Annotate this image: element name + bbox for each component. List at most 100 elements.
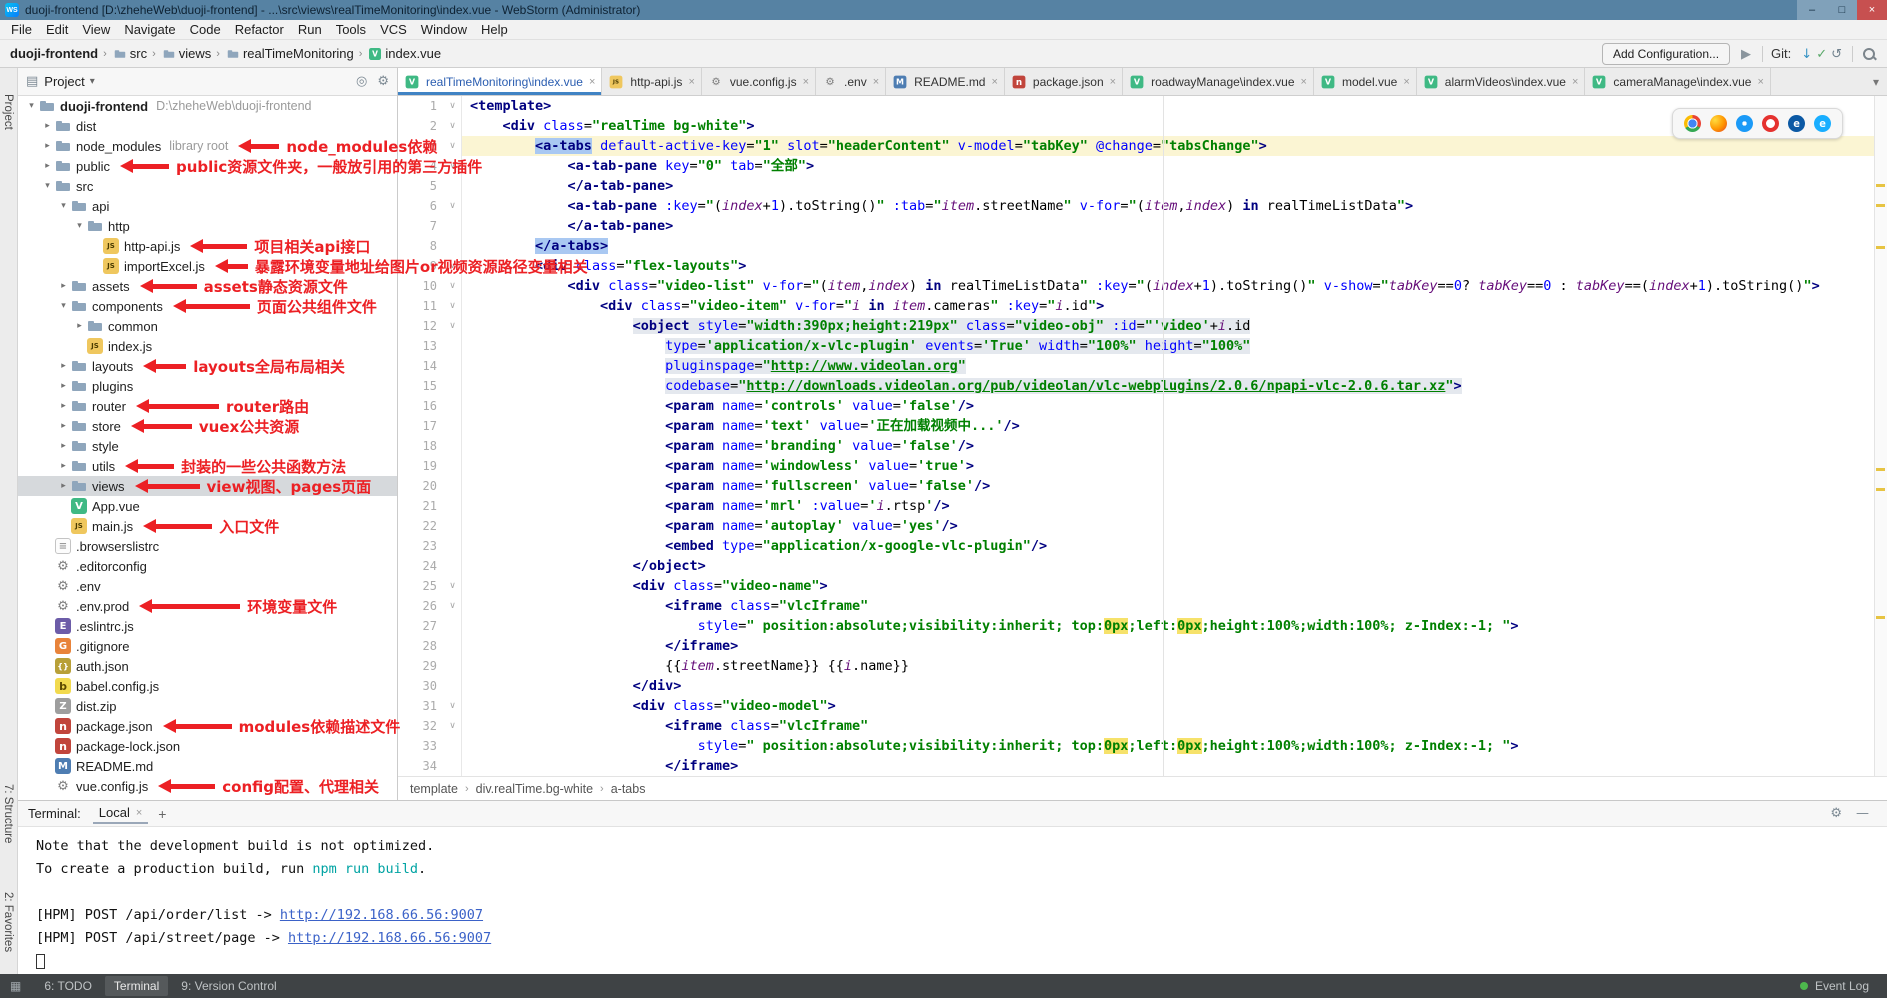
tree-item-utils[interactable]: ▸utils封装的一些公共函数方法 [18, 456, 397, 476]
terminal-link[interactable]: http://192.168.66.56:9007 [288, 930, 491, 946]
warning-mark-icon[interactable] [1876, 468, 1885, 471]
editor-breadcrumb-a-tabs[interactable]: a-tabs [611, 782, 646, 796]
breadcrumb-realtimemonitoring[interactable]: realTimeMonitoring [225, 46, 354, 62]
git-rollback-icon[interactable]: ↺ [1829, 47, 1844, 62]
menu-view[interactable]: View [75, 22, 117, 37]
terminal-output[interactable]: Note that the development build is not o… [18, 827, 1887, 974]
chevron-collapsed-icon[interactable]: ▸ [40, 161, 55, 171]
breadcrumb-duoji-frontend[interactable]: duoji-frontend [10, 46, 98, 61]
locate-file-icon[interactable]: ◎ [356, 74, 367, 89]
tree-item-http-api-js[interactable]: http-api.js项目相关api接口 [18, 236, 397, 256]
chevron-collapsed-icon[interactable]: ▸ [56, 441, 71, 451]
warning-mark-icon[interactable] [1876, 184, 1885, 187]
close-tab-icon[interactable]: × [1110, 76, 1116, 88]
menu-code[interactable]: Code [183, 22, 228, 37]
toolwindow-button-7-structure[interactable]: 7: Structure [2, 784, 14, 843]
tree-item-editorconfig[interactable]: .editorconfig [18, 556, 397, 576]
fold-icon[interactable]: ∨ [444, 716, 462, 736]
tree-item-node-modules[interactable]: ▸node_moduleslibrary rootnode_modules依赖 [18, 136, 397, 156]
safari-browser-icon[interactable] [1736, 115, 1753, 132]
git-commit-icon[interactable]: ✓ [1814, 47, 1829, 62]
tree-item-assets[interactable]: ▸assetsassets静态资源文件 [18, 276, 397, 296]
fold-icon[interactable]: ∨ [444, 596, 462, 616]
tab-package-json[interactable]: package.json× [1005, 68, 1123, 95]
menu-tools[interactable]: Tools [329, 22, 373, 37]
chevron-expanded-icon[interactable]: ▾ [72, 221, 87, 231]
tab-http-api-js[interactable]: http-api.js× [602, 68, 701, 95]
tree-item-components[interactable]: ▾components页面公共组件文件 [18, 296, 397, 316]
tree-item-eslintrc-js[interactable]: .eslintrc.js [18, 616, 397, 636]
tab-realtimemonitoring-index-vue[interactable]: realTimeMonitoring\index.vue× [398, 68, 602, 95]
chevron-expanded-icon[interactable]: ▾ [56, 301, 71, 311]
terminal-tab-local[interactable]: Local × [93, 803, 149, 824]
breadcrumb-views[interactable]: views [161, 46, 212, 62]
close-tab-icon[interactable]: × [873, 76, 879, 88]
chevron-collapsed-icon[interactable]: ▸ [56, 281, 71, 291]
tree-item-babel-config-js[interactable]: babel.config.js [18, 676, 397, 696]
chevron-collapsed-icon[interactable]: ▸ [72, 321, 87, 331]
close-tab-icon[interactable]: × [589, 76, 595, 88]
breadcrumb-index-vue[interactable]: index.vue [367, 46, 441, 62]
tree-item-http[interactable]: ▾http [18, 216, 397, 236]
fold-icon[interactable]: ∨ [444, 296, 462, 316]
tree-item-layouts[interactable]: ▸layoutslayouts全局布局相关 [18, 356, 397, 376]
close-button[interactable]: × [1857, 0, 1887, 20]
tab-model-vue[interactable]: model.vue× [1314, 68, 1417, 95]
breadcrumb-src[interactable]: src [112, 46, 147, 62]
tree-item-api[interactable]: ▾api [18, 196, 397, 216]
fold-icon[interactable]: ∨ [444, 696, 462, 716]
tree-item-package-json[interactable]: package.jsonmodules依赖描述文件 [18, 716, 397, 736]
tab-list-icon[interactable]: ▾ [1865, 75, 1887, 89]
error-stripe[interactable] [1874, 96, 1887, 776]
terminal-link[interactable]: http://192.168.66.56:9007 [280, 907, 483, 923]
tab-readme-md[interactable]: README.md× [886, 68, 1005, 95]
fold-icon[interactable]: ∨ [444, 136, 462, 156]
minimize-button[interactable]: – [1797, 0, 1827, 20]
event-log-button[interactable]: Event Log [1815, 979, 1869, 993]
tree-item-style[interactable]: ▸style [18, 436, 397, 456]
project-panel-title[interactable]: Project [44, 74, 84, 89]
menu-refactor[interactable]: Refactor [228, 22, 291, 37]
tree-item-vue-config-js[interactable]: vue.config.jsconfig配置、代理相关 [18, 776, 397, 796]
tab-env[interactable]: .env× [816, 68, 886, 95]
menu-edit[interactable]: Edit [39, 22, 75, 37]
close-tab-icon[interactable]: × [1301, 76, 1307, 88]
git-update-icon[interactable]: ↓ [1799, 47, 1814, 62]
tree-item-common[interactable]: ▸common [18, 316, 397, 336]
close-icon[interactable]: × [136, 807, 142, 819]
chevron-collapsed-icon[interactable]: ▸ [56, 361, 71, 371]
chevron-collapsed-icon[interactable]: ▸ [40, 121, 55, 131]
add-configuration-button[interactable]: Add Configuration... [1602, 43, 1730, 65]
warning-mark-icon[interactable] [1876, 616, 1885, 619]
warning-mark-icon[interactable] [1876, 488, 1885, 491]
statusbar-terminal[interactable]: Terminal [105, 976, 168, 996]
menu-vcs[interactable]: VCS [373, 22, 414, 37]
tree-item-views[interactable]: ▸viewsview视图、pages页面 [18, 476, 397, 496]
tree-item-plugins[interactable]: ▸plugins [18, 376, 397, 396]
menu-file[interactable]: File [4, 22, 39, 37]
close-tab-icon[interactable]: × [991, 76, 997, 88]
settings-gear-icon[interactable]: ⚙ [377, 74, 389, 89]
editor-breadcrumb-template[interactable]: template [410, 782, 458, 796]
menu-help[interactable]: Help [474, 22, 515, 37]
firefox-browser-icon[interactable] [1710, 115, 1727, 132]
close-tab-icon[interactable]: × [1757, 76, 1763, 88]
chevron-down-icon[interactable]: ▾ [90, 76, 95, 87]
chrome-browser-icon[interactable] [1684, 115, 1701, 132]
toolwindow-switcher-icon[interactable]: ▦ [10, 979, 21, 993]
tree-item-importexcel-js[interactable]: importExcel.js暴露环境变量地址给图片or视频资源路径变量相关 [18, 256, 397, 276]
tree-item-main-js[interactable]: main.js入口文件 [18, 516, 397, 536]
chevron-collapsed-icon[interactable]: ▸ [40, 141, 55, 151]
chevron-expanded-icon[interactable]: ▾ [24, 101, 39, 111]
tab-alarmvideos-index-vue[interactable]: alarmVideos\index.vue× [1417, 68, 1586, 95]
chevron-expanded-icon[interactable]: ▾ [40, 181, 55, 191]
close-tab-icon[interactable]: × [1572, 76, 1578, 88]
search-icon[interactable] [1861, 46, 1877, 62]
tree-item-dist[interactable]: ▸dist [18, 116, 397, 136]
tree-item-index-js[interactable]: index.js [18, 336, 397, 356]
tree-item-gitignore[interactable]: .gitignore [18, 636, 397, 656]
tree-item-public[interactable]: ▸publicpublic资源文件夹，一般放引用的第三方插件 [18, 156, 397, 176]
statusbar-9-version-control[interactable]: 9: Version Control [172, 976, 285, 996]
hide-panel-icon[interactable]: — [1856, 806, 1869, 821]
chevron-collapsed-icon[interactable]: ▸ [56, 381, 71, 391]
